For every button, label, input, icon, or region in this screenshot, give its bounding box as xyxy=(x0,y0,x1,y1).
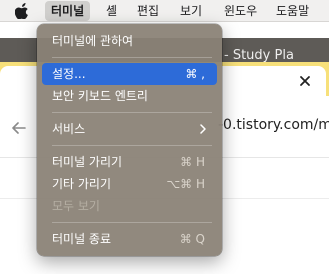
window-title: - Study Pla xyxy=(224,48,294,63)
menu-item-label: 터미널 가리기 xyxy=(52,155,123,169)
menu-item-label: 모두 보기 xyxy=(52,199,100,213)
back-arrow-icon[interactable] xyxy=(10,119,28,137)
menubar-item-terminal[interactable]: 터미널 xyxy=(45,1,91,21)
menu-separator xyxy=(52,222,212,223)
menu-item-label: 설정... xyxy=(52,67,86,81)
menu-item-hide-others[interactable]: 기타 가리기 ⌥⌘ H xyxy=(42,173,217,195)
apple-logo-icon[interactable] xyxy=(15,3,29,19)
menu-separator xyxy=(52,145,212,146)
menu-separator xyxy=(52,112,212,113)
menu-item-label: 보안 키보드 엔트리 xyxy=(52,89,148,103)
menu-item-show-all: 모두 보기 xyxy=(42,195,217,217)
menu-item-settings[interactable]: 설정... ⌘ , xyxy=(42,63,217,85)
menubar-item-edit[interactable]: 편집 xyxy=(137,0,159,22)
menu-bar: 터미널 셸 편집 보기 윈도우 도움말 xyxy=(0,0,329,22)
menu-item-secure-keyboard[interactable]: 보안 키보드 엔트리 xyxy=(42,85,217,107)
menu-item-label: 터미널 종료 xyxy=(52,232,112,246)
menubar-item-shell[interactable]: 셸 xyxy=(106,0,117,22)
menu-item-label: 기타 가리기 xyxy=(52,177,112,191)
menu-item-shortcut: ⌥⌘ H xyxy=(166,177,205,191)
menu-item-shortcut: ⌘ , xyxy=(185,67,205,81)
menubar-item-help[interactable]: 도움말 xyxy=(276,0,309,22)
menu-item-quit[interactable]: 터미널 종료 ⌘ Q xyxy=(42,228,217,250)
menu-item-shortcut: ⌘ Q xyxy=(179,232,205,246)
menu-item-about[interactable]: 터미널에 관하여 xyxy=(42,30,217,52)
menu-item-shortcut: ⌘ H xyxy=(180,155,205,169)
menu-item-hide-terminal[interactable]: 터미널 가리기 ⌘ H xyxy=(42,151,217,173)
menu-item-label: 터미널에 관하여 xyxy=(52,34,134,48)
close-icon[interactable] xyxy=(296,72,314,90)
menu-separator xyxy=(52,57,212,58)
menu-item-label: 서비스 xyxy=(52,122,86,136)
menu-item-services[interactable]: 서비스 xyxy=(42,118,217,140)
address-bar-url[interactable]: -0.tistory.com/m xyxy=(218,117,329,133)
terminal-app-menu: 터미널에 관하여 설정... ⌘ , 보안 키보드 엔트리 서비스 터미널 가리… xyxy=(37,24,222,256)
menubar-item-view[interactable]: 보기 xyxy=(180,0,202,22)
menubar-item-window[interactable]: 윈도우 xyxy=(224,0,257,22)
chevron-right-icon xyxy=(200,124,206,134)
